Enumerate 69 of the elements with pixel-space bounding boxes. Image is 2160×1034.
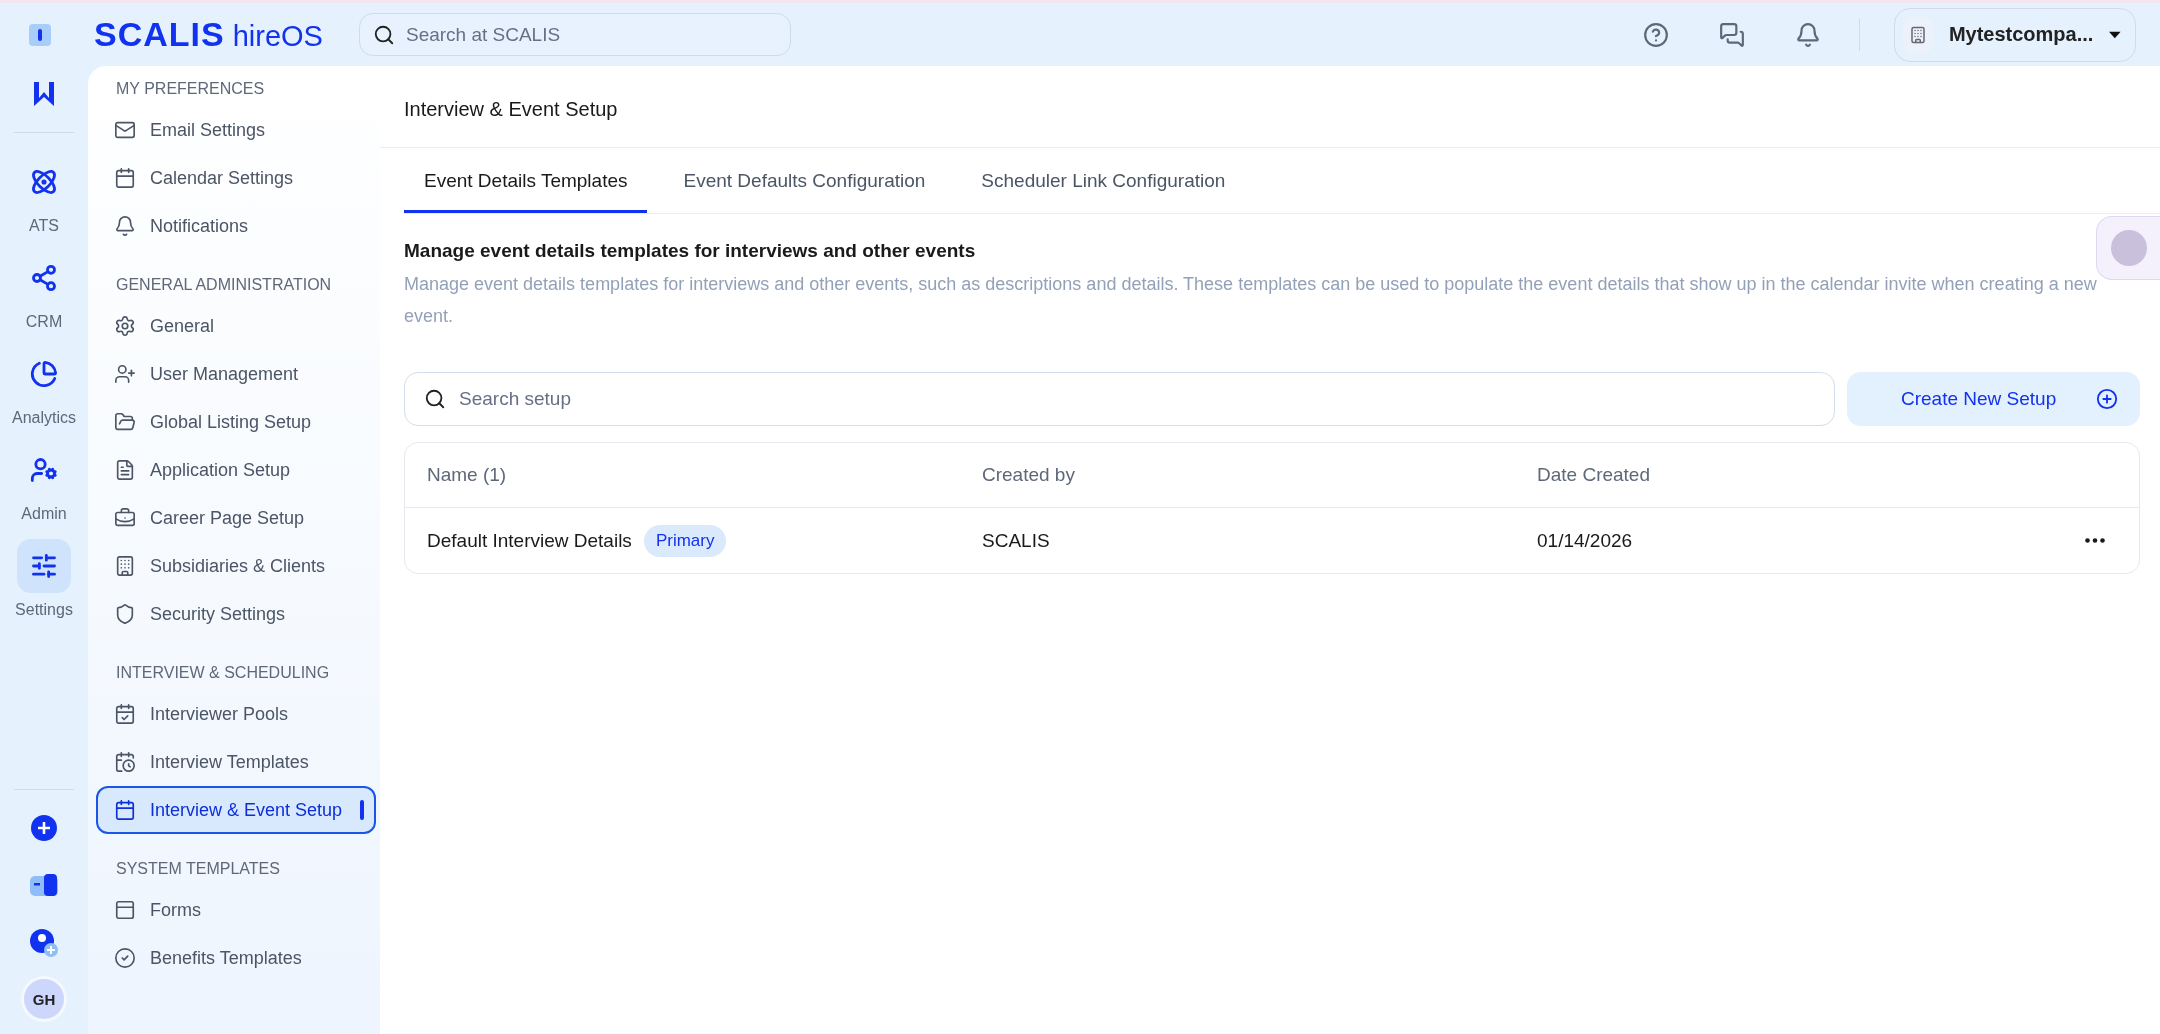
sidebar-item[interactable]: Interview & Event Setup — [96, 786, 376, 834]
column-header: Created by — [982, 464, 1076, 486]
plus-circle-icon — [2096, 388, 2118, 410]
mail-icon — [114, 119, 136, 141]
logo-wordmark: SCALIS — [94, 15, 225, 54]
briefcase-icon — [114, 507, 136, 529]
tab[interactable]: Scheduler Link Configuration — [961, 148, 1246, 213]
shield-icon — [114, 603, 136, 625]
sidebar-item[interactable]: Notifications — [96, 202, 376, 250]
table-cell-text: 01/14/2026 — [1537, 529, 1634, 552]
rail-nav-item[interactable]: Analytics — [12, 347, 76, 427]
table-cell: Default Interview Details — [427, 529, 632, 552]
rail-nav-item[interactable]: ATS — [17, 155, 71, 235]
folder-icon — [114, 411, 136, 433]
sidebar-item[interactable]: User Management — [96, 350, 376, 398]
sidebar-item[interactable]: Security Settings — [96, 590, 376, 638]
document-icon — [114, 459, 136, 481]
tab[interactable]: Event Details Templates — [404, 148, 648, 213]
create-button[interactable]: Create New Setup — [1847, 372, 2140, 426]
sidebar-item[interactable]: General — [96, 302, 376, 350]
sidebar-item[interactable]: Subsidiaries & Clients — [96, 542, 376, 590]
caret-icon — [2109, 29, 2121, 40]
search-icon — [372, 23, 395, 46]
section-title: SYSTEM TEMPLATES — [115, 859, 281, 879]
calendar-clock-icon — [114, 751, 136, 773]
rail-nav-item[interactable]: CRM — [17, 251, 71, 331]
bell-icon — [114, 215, 136, 237]
sidebar-item[interactable]: Global Listing Setup — [96, 398, 376, 446]
section-title: MY PREFERENCES — [115, 80, 266, 99]
sidebar-item[interactable]: Calendar Settings — [96, 154, 376, 202]
tab[interactable]: Event Defaults Configuration — [663, 148, 946, 213]
ellipsis-icon — [2085, 538, 2105, 543]
status-badge: Primary — [643, 524, 727, 557]
bookmark-logo-icon[interactable] — [32, 80, 56, 108]
gear-icon — [114, 315, 136, 337]
sidebar-item[interactable]: Application Setup — [96, 446, 376, 494]
sidebar-item[interactable]: Interviewer Pools — [96, 690, 376, 738]
section-title: INTERVIEW & SCHEDULING — [115, 663, 331, 683]
column-header: Date Created — [1537, 464, 1651, 486]
calendar-check-icon — [114, 703, 136, 725]
section-description: Manage event details templates for interviews and other events, such as descriptions and details. These templates can be used to populate the event details that show up in the calendar invite when creating a new event. — [404, 273, 2098, 328]
page-title: Interview & Event Setup — [380, 66, 2160, 148]
photo-placeholder — [2110, 230, 2147, 266]
sliders-icon — [17, 539, 71, 593]
logo-product-name: hireOS — [232, 20, 323, 53]
column-header: Name (1) — [427, 464, 508, 486]
sidebar-item[interactable]: Interview Templates — [96, 738, 376, 786]
building-icon — [114, 555, 136, 577]
panel-toggle-icon[interactable] — [28, 22, 52, 47]
form-icon — [114, 899, 136, 921]
calendar-icon — [114, 799, 136, 821]
rail-nav-item[interactable]: Admin — [17, 443, 71, 523]
calendar-icon — [114, 167, 136, 189]
user-avatar[interactable]: GH — [21, 976, 67, 1022]
user-plus-icon — [114, 363, 136, 385]
company-switcher[interactable]: Mytestcompa... — [1894, 7, 2136, 62]
global-search-field[interactable]: Search at SCALIS — [358, 13, 791, 56]
sidebar-item[interactable]: Career Page Setup — [96, 494, 376, 542]
building-icon — [1903, 16, 1933, 53]
sidebar-item[interactable]: Benefits Templates — [96, 934, 376, 982]
search-field[interactable]: Search setup — [404, 372, 1835, 426]
search-icon — [424, 388, 446, 410]
sidebar-item[interactable]: Email Settings — [96, 106, 376, 154]
check-circle-icon — [114, 947, 136, 969]
sidebar-item[interactable]: Forms — [96, 886, 376, 934]
section-title: GENERAL ADMINISTRATION — [115, 275, 333, 295]
section-heading: Manage event details templates for interviews and other events — [404, 240, 977, 262]
table-cell-text: SCALIS — [982, 529, 1051, 552]
rail-nav-item[interactable]: Settings — [15, 539, 73, 619]
